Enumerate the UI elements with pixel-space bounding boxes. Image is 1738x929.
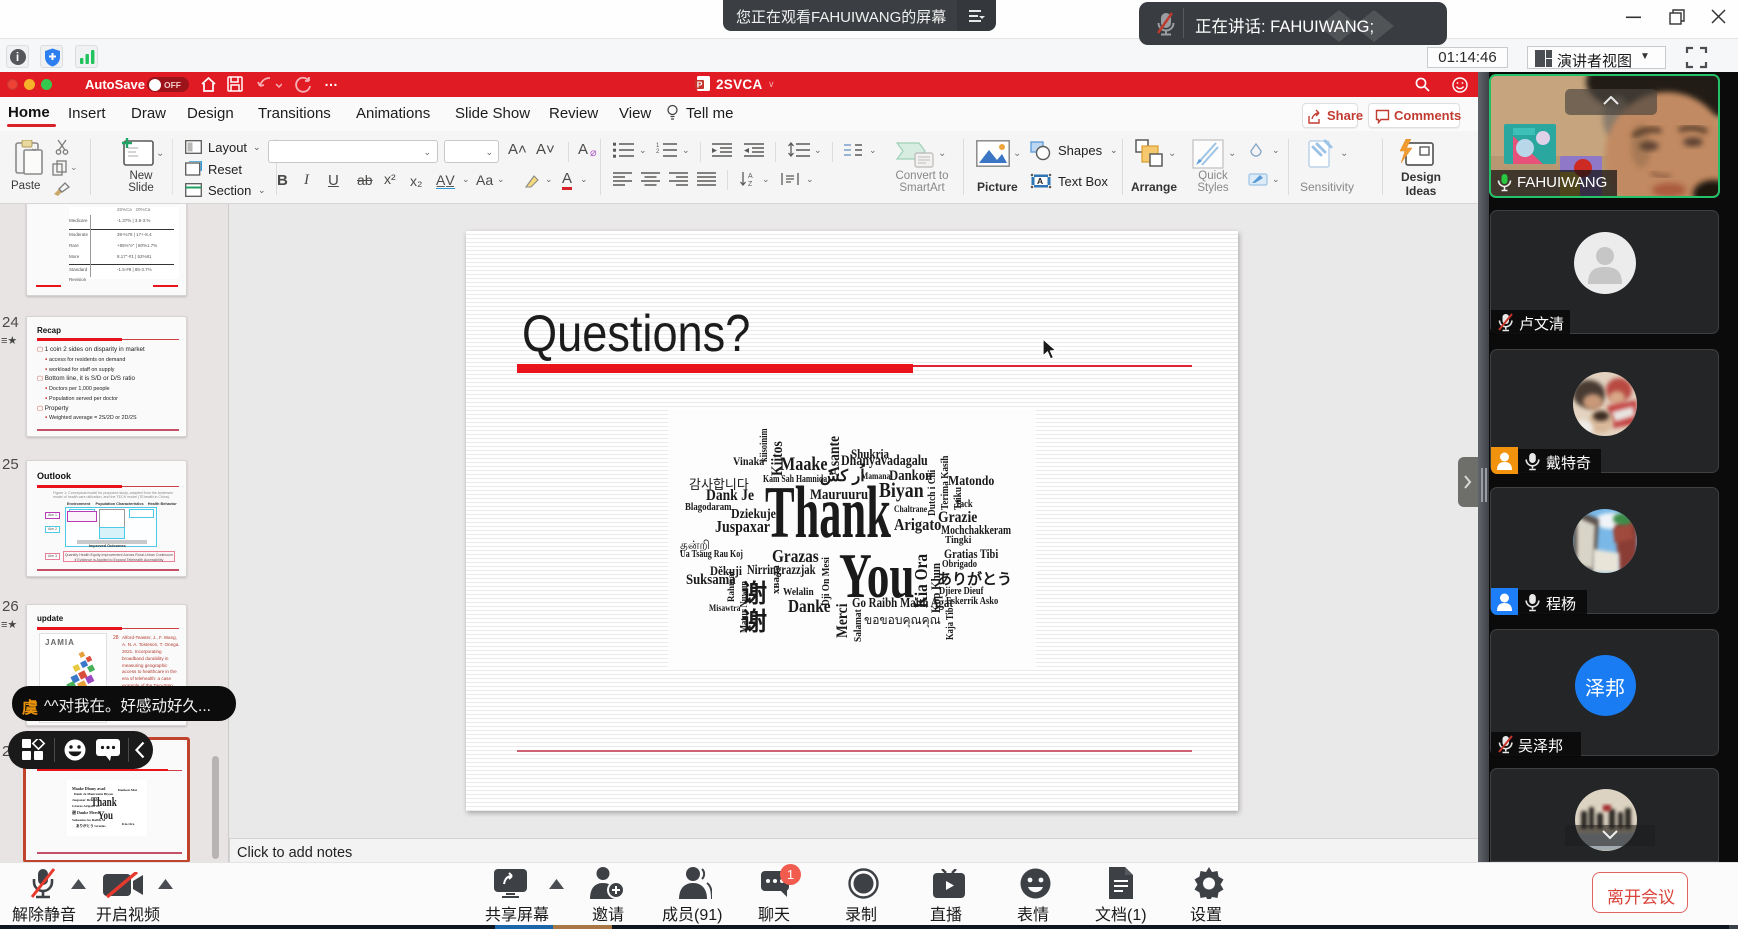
- svg-text:A: A: [1037, 176, 1043, 186]
- svg-text:A: A: [748, 173, 753, 180]
- svg-text:Z: Z: [748, 181, 753, 187]
- svg-text:P: P: [697, 80, 703, 90]
- svg-text:2: 2: [656, 149, 660, 155]
